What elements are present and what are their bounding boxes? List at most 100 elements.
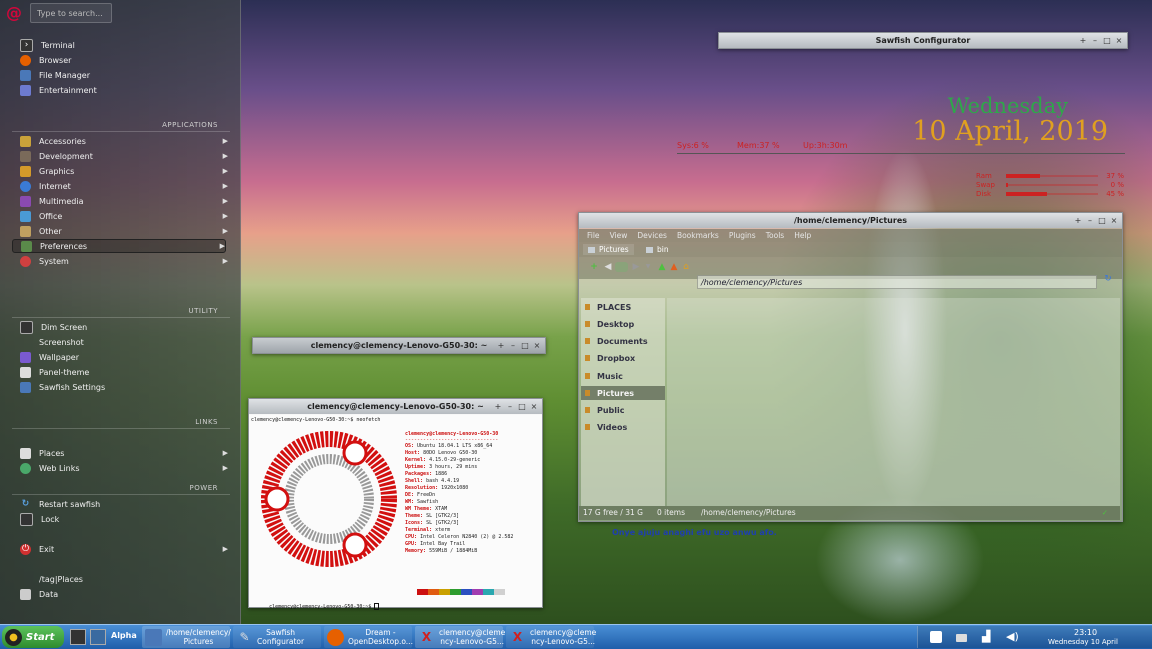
menu-item-preferences[interactable]: Preferences ▶ [12, 239, 226, 253]
menu-view[interactable]: View [610, 229, 628, 242]
menu-item-restart-sawfish[interactable]: ↻ Restart sawfish [20, 497, 228, 511]
place-dropbox[interactable]: Dropbox [581, 351, 665, 365]
menu-item-terminal[interactable]: › Terminal [20, 38, 228, 52]
menu-item-browser[interactable]: Browser [20, 53, 228, 67]
history-icon[interactable] [615, 262, 628, 272]
task-terminal-1[interactable]: X clemency@cleme ncy-Lenovo-G5... [415, 626, 505, 648]
menu-tools[interactable]: Tools [766, 229, 784, 242]
menu-item-sawfish-settings[interactable]: Sawfish Settings [20, 380, 228, 394]
menu-item-entertainment[interactable]: Entertainment [20, 83, 228, 97]
menu-item-panel-theme[interactable]: Panel-theme [20, 365, 228, 379]
minimize-icon[interactable]: – [506, 402, 514, 411]
terminal-window[interactable]: clemency@clemency-Lenovo-G50-30: ~ + – □… [248, 398, 543, 610]
workspace-icon[interactable] [90, 629, 106, 645]
close-icon[interactable]: × [533, 341, 541, 350]
menu-item-system[interactable]: System ▶ [20, 254, 228, 268]
task-file-manager[interactable]: /home/clemency/Pictures [142, 626, 231, 648]
menu-item-lock[interactable]: Lock [20, 512, 228, 526]
menu-item-file-manager[interactable]: File Manager [20, 68, 228, 82]
menu-item-tag-places[interactable]: /tag|Places [20, 572, 228, 586]
lock-icon [20, 512, 33, 526]
volume-icon[interactable]: ◀) [1006, 630, 1019, 643]
folder-icon [585, 407, 590, 413]
refresh-icon[interactable]: ↻ [1103, 274, 1113, 284]
back-icon[interactable]: ◀ [603, 262, 613, 272]
drive-icon[interactable] [956, 634, 967, 642]
workspace-label[interactable]: Alpha [111, 631, 137, 640]
folder-icon [585, 321, 590, 327]
network-signal-icon[interactable]: ▟ [982, 630, 990, 643]
parent-icon[interactable]: ▲ [669, 262, 679, 272]
terminal-output[interactable]: clemency@clemency-Lenovo-G50-30:~$ neofe… [249, 415, 542, 610]
pin-icon[interactable]: + [1079, 36, 1087, 45]
menu-item-dim-screen[interactable]: Dim Screen [20, 320, 228, 334]
dropdown-icon[interactable]: ▼ [643, 262, 653, 272]
task-sawfish-configurator[interactable]: ✎ Sawfish Configurator [233, 626, 321, 648]
minimize-icon[interactable]: – [1091, 36, 1099, 45]
menu-item-graphics[interactable]: Graphics ▶ [20, 164, 228, 178]
pin-icon[interactable]: + [1074, 216, 1082, 225]
close-icon[interactable]: × [1115, 36, 1123, 45]
menu-item-web-links[interactable]: Web Links ▶ [20, 461, 228, 475]
file-manager-window[interactable]: /home/clemency/Pictures + – □ × File Vie… [578, 212, 1123, 522]
menu-help[interactable]: Help [794, 229, 811, 242]
close-icon[interactable]: × [1110, 216, 1118, 225]
place-videos[interactable]: Videos [581, 420, 665, 434]
menu-item-development[interactable]: Development ▶ [20, 149, 228, 163]
menu-item-other[interactable]: Other ▶ [20, 224, 228, 238]
menu-item-office[interactable]: Office ▶ [20, 209, 228, 223]
sawfish-configurator-window[interactable]: Sawfish Configurator + – □ × [718, 32, 1128, 49]
file-list-area[interactable] [667, 298, 1120, 506]
task-terminal-2[interactable]: X clemency@cleme ncy-Lenovo-G5... [506, 626, 596, 648]
clock-time[interactable]: 23:10 [1074, 628, 1097, 637]
menu-item-screenshot[interactable]: Screenshot [20, 335, 228, 349]
place-music[interactable]: Music [581, 369, 665, 383]
window-titlebar[interactable]: clemency@clemency-Lenovo-G50-30: ~ + – □… [249, 399, 542, 414]
menu-file[interactable]: File [587, 229, 600, 242]
menu-item-accessories[interactable]: Accessories ▶ [20, 134, 228, 148]
minimize-icon[interactable]: – [509, 341, 517, 350]
menu-item-multimedia[interactable]: Multimedia ▶ [20, 194, 228, 208]
maximize-icon[interactable]: □ [1103, 36, 1111, 45]
task-firefox[interactable]: Dream - OpenDesktop.o... [324, 626, 413, 648]
place-documents[interactable]: Documents [581, 334, 665, 348]
places-header: PLACES [581, 300, 631, 314]
menu-item-wallpaper[interactable]: Wallpaper [20, 350, 228, 364]
terminal-shaded-window[interactable]: clemency@clemency-Lenovo-G50-30: ~ + – □… [252, 337, 546, 354]
minimize-icon[interactable]: – [1086, 216, 1094, 225]
menu-plugins[interactable]: Plugins [729, 229, 756, 242]
start-button[interactable]: ● Start [2, 626, 64, 648]
place-pictures[interactable]: Pictures [581, 386, 665, 400]
place-desktop[interactable]: Desktop [581, 317, 665, 331]
maximize-icon[interactable]: □ [518, 402, 526, 411]
tab-bin[interactable]: bin [641, 244, 674, 255]
folder-icon [585, 424, 590, 430]
dropbox-icon[interactable] [930, 631, 942, 643]
maximize-icon[interactable]: □ [1098, 216, 1106, 225]
home-icon[interactable]: ⌂ [681, 262, 691, 272]
clock-date[interactable]: Wednesday 10 April [1048, 638, 1118, 646]
menu-item-exit[interactable]: ⏻ Exit ▶ [20, 542, 228, 556]
window-titlebar[interactable]: /home/clemency/Pictures + – □ × [579, 213, 1122, 228]
place-public[interactable]: Public [581, 403, 665, 417]
path-bar[interactable]: /home/clemency/Pictures [697, 275, 1097, 289]
menu-item-data[interactable]: Data [20, 587, 228, 601]
new-tab-icon[interactable]: + [589, 262, 599, 272]
menu-search-input[interactable]: Type to search... [30, 3, 112, 23]
maximize-icon[interactable]: □ [521, 341, 529, 350]
close-icon[interactable]: × [530, 402, 538, 411]
forward-icon[interactable]: ▶ [631, 262, 641, 272]
window-titlebar[interactable]: Sawfish Configurator + – □ × [719, 33, 1127, 48]
show-desktop-icon[interactable] [70, 629, 86, 645]
gear-icon [20, 255, 31, 267]
pin-icon[interactable]: + [494, 402, 502, 411]
tab-pictures[interactable]: Pictures [583, 244, 634, 255]
menu-bookmarks[interactable]: Bookmarks [677, 229, 719, 242]
menu-item-internet[interactable]: Internet ▶ [20, 179, 228, 193]
menu-item-places[interactable]: Places ▶ [20, 446, 228, 460]
pin-icon[interactable]: + [497, 341, 505, 350]
menubar: File View Devices Bookmarks Plugins Tool… [579, 229, 1122, 242]
window-titlebar[interactable]: clemency@clemency-Lenovo-G50-30: ~ + – □… [253, 338, 545, 353]
up-icon[interactable]: ▲ [657, 262, 667, 272]
menu-devices[interactable]: Devices [637, 229, 667, 242]
